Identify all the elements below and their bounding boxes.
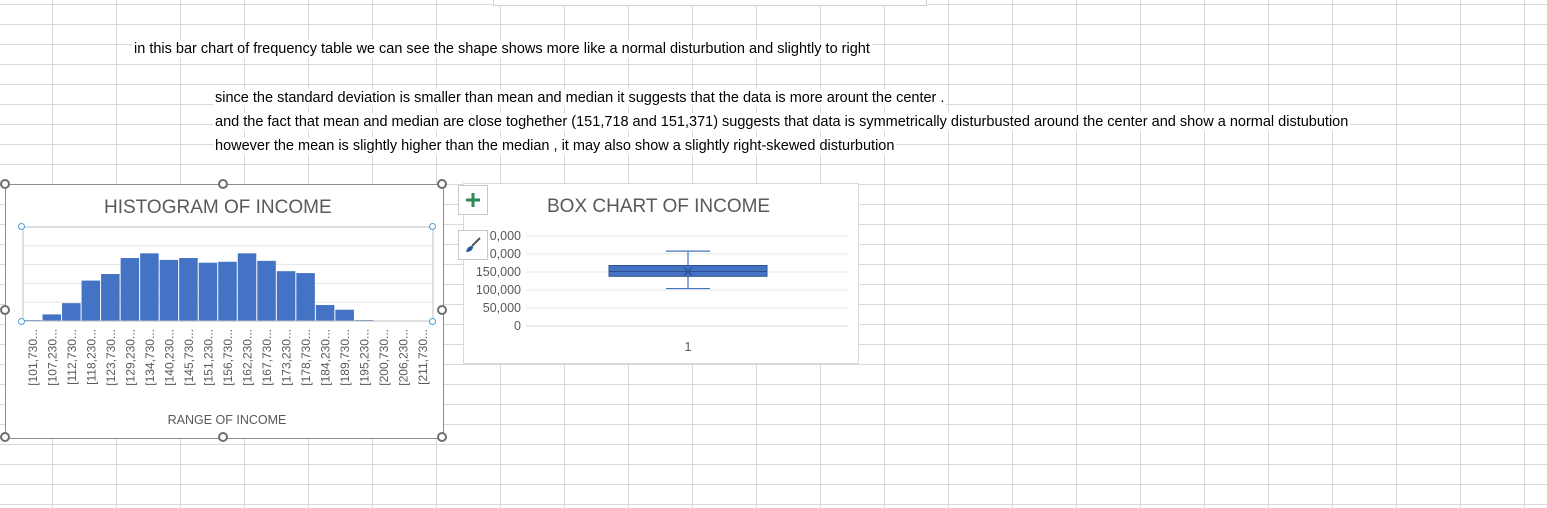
- histogram-bar[interactable]: [296, 273, 315, 321]
- y-tick-label: 0: [514, 319, 521, 333]
- histogram-bar[interactable]: [179, 258, 198, 321]
- x-tick-label: [173,230...: [280, 329, 294, 386]
- histogram-plot: [101,730... [107,230... [112,730... [118,23…: [22, 226, 434, 427]
- resize-handle-top-left[interactable]: [0, 179, 10, 189]
- histogram-bar[interactable]: [198, 262, 218, 321]
- floating-cell-box: [493, 0, 927, 6]
- histogram-bar[interactable]: [120, 258, 140, 321]
- histogram-bar[interactable]: [42, 314, 62, 321]
- x-tick-label: [184,230...: [319, 329, 333, 386]
- resize-handle-bottom[interactable]: [218, 432, 228, 442]
- y-tick-label: 150,000: [476, 265, 521, 279]
- histogram-bar[interactable]: [81, 280, 101, 321]
- histogram-bar[interactable]: [140, 253, 159, 321]
- x-tick-label: [118,230...: [84, 329, 98, 385]
- paintbrush-icon: [466, 237, 481, 252]
- x-category-label: 1: [685, 340, 692, 354]
- histogram-bar[interactable]: [101, 274, 120, 321]
- histogram-bar[interactable]: [315, 305, 335, 321]
- x-tick-label: [195,230...: [358, 329, 372, 386]
- resize-handle-left[interactable]: [0, 305, 10, 315]
- x-axis-title: RANGE OF INCOME: [168, 413, 287, 427]
- note-line-4[interactable]: however the mean is slightly higher than…: [213, 137, 897, 155]
- x-tick-label: [167,730...: [260, 329, 274, 386]
- x-tick-label: [134,730...: [143, 329, 157, 386]
- box-plot: 0 50,000 100,000 150,000 0,000 0,000 1: [476, 229, 848, 354]
- histogram-bar[interactable]: [62, 303, 81, 321]
- plot-area-handle-top-left[interactable]: [18, 223, 25, 230]
- x-tick-label: [140,230...: [162, 329, 176, 386]
- resize-handle-top-right[interactable]: [437, 179, 447, 189]
- resize-handle-right[interactable]: [437, 305, 447, 315]
- chart-elements-button[interactable]: [458, 185, 488, 215]
- x-tick-label: [178,730...: [299, 329, 313, 386]
- x-tick-label: [145,730...: [182, 329, 196, 386]
- histogram-bar[interactable]: [276, 271, 296, 321]
- x-tick-label: [189,730...: [338, 329, 352, 386]
- resize-handle-top[interactable]: [218, 179, 228, 189]
- x-tick-label: [101,730...: [26, 329, 40, 386]
- resize-handle-bottom-right[interactable]: [437, 432, 447, 442]
- x-tick-label: [162,230...: [241, 329, 255, 386]
- x-tick-label: [151,230...: [201, 329, 215, 386]
- y-tick-label: 50,000: [483, 301, 521, 315]
- x-tick-label: [129,230...: [123, 329, 137, 386]
- x-tick-label: [107,230...: [45, 329, 59, 386]
- y-tick-label: 100,000: [476, 283, 521, 297]
- plot-area-handle-top-right[interactable]: [429, 223, 436, 230]
- histogram-bar[interactable]: [159, 259, 179, 321]
- x-tick-label: [156,730...: [221, 329, 235, 386]
- histogram-bar[interactable]: [237, 253, 257, 321]
- plus-icon: [466, 193, 480, 207]
- histogram-bar[interactable]: [257, 260, 276, 321]
- note-line-1[interactable]: in this bar chart of frequency table we …: [132, 40, 872, 58]
- resize-handle-bottom-left[interactable]: [0, 432, 10, 442]
- y-tick-label: 0,000: [490, 247, 521, 261]
- histogram-chart[interactable]: HISTOGRAM OF INCOME [101,730... [107,230.…: [5, 184, 444, 439]
- note-line-3[interactable]: and the fact that mean and median are cl…: [213, 113, 1351, 131]
- plot-area-handle-bottom-right[interactable]: [429, 318, 436, 325]
- plot-area-handle-bottom-left[interactable]: [18, 318, 25, 325]
- x-tick-label: [200,730...: [377, 329, 391, 386]
- x-tick-label: [206,230...: [397, 329, 411, 386]
- note-line-2[interactable]: since the standard deviation is smaller …: [213, 89, 947, 107]
- x-tick-label: [211,730...: [416, 329, 430, 385]
- x-tick-label: [112,730...: [65, 329, 79, 385]
- chart-styles-button[interactable]: [458, 230, 488, 260]
- box-chart[interactable]: BOX CHART OF INCOME 0 50,000 100,000 150,00…: [463, 183, 859, 364]
- y-tick-label: 0,000: [490, 229, 521, 243]
- x-tick-label: [123,730...: [104, 329, 118, 386]
- histogram-bar[interactable]: [218, 261, 237, 321]
- histogram-bar[interactable]: [335, 309, 354, 321]
